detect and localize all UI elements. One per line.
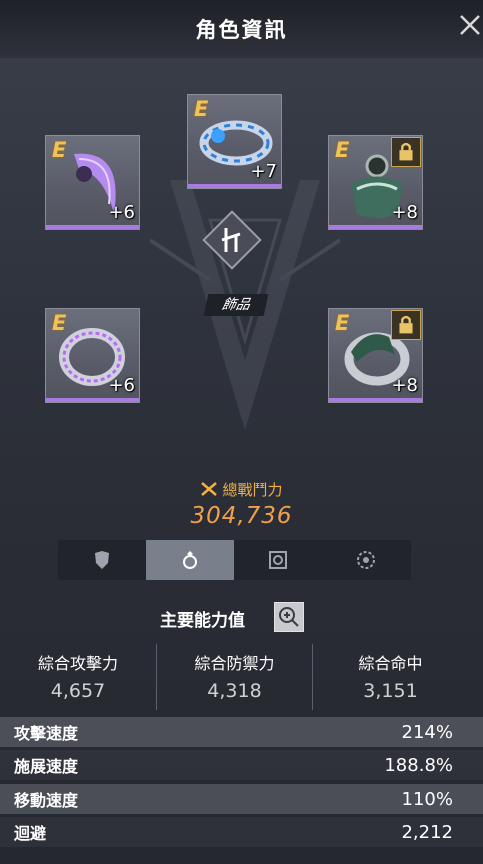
- tab-armor[interactable]: [58, 540, 146, 580]
- tab-gear[interactable]: [322, 540, 410, 580]
- stat-attack: 綜合攻擊力 4,657: [0, 644, 156, 710]
- stat-row-value: 188.8%: [384, 754, 453, 776]
- equipment-slot-4[interactable]: E +6: [45, 308, 140, 403]
- accessory-category-icon: [202, 210, 262, 270]
- stat-defense: 綜合防禦力 4,318: [156, 644, 312, 710]
- page-title: 角色資訊: [195, 18, 288, 42]
- stat-row-value: 2,212: [401, 821, 453, 843]
- grade-badge: E: [194, 97, 209, 121]
- equipment-slot-5[interactable]: E +8: [328, 308, 423, 403]
- stat-row-label: 攻擊速度: [14, 724, 79, 743]
- crossed-swords-icon: [201, 482, 218, 496]
- grade-bar: [188, 184, 281, 188]
- main-stats-title: 主要能力值: [160, 611, 245, 631]
- equipment-slot-2[interactable]: E +7: [187, 94, 282, 189]
- grade-bar: [46, 225, 139, 229]
- combat-power-label: 總戰鬥力: [0, 479, 483, 500]
- stat-label: 綜合防禦力: [194, 654, 275, 673]
- stat-value: 4,657: [50, 680, 106, 702]
- grade-badge: E: [335, 311, 350, 335]
- stat-label: 綜合命中: [358, 654, 423, 673]
- enhance-level: +8: [391, 202, 418, 223]
- grade-badge: E: [52, 311, 67, 335]
- grade-bar: [329, 398, 422, 402]
- equipment-tabs: [58, 540, 411, 580]
- main-stats: 綜合攻擊力 4,657 綜合防禦力 4,318 綜合命中 3,151: [0, 644, 483, 710]
- stat-value: 3,151: [363, 680, 418, 702]
- tab-gem[interactable]: [234, 540, 322, 580]
- magnifier-plus-icon: [279, 607, 299, 627]
- enhance-level: +6: [108, 375, 135, 396]
- header-bar: 角色資訊: [0, 0, 483, 58]
- grade-bar: [329, 225, 422, 229]
- equipment-slot-1[interactable]: E +6: [45, 135, 140, 230]
- stat-row-cast-speed: 施展速度 188.8%: [0, 750, 483, 780]
- tab-accessory[interactable]: [146, 540, 234, 580]
- stat-value: 4,318: [207, 680, 262, 702]
- stat-row-label: 迴避: [14, 824, 47, 843]
- armor-icon: [95, 551, 109, 569]
- grade-badge: E: [335, 138, 350, 162]
- stat-label: 綜合攻擊力: [37, 654, 118, 673]
- gear-icon: [357, 551, 375, 569]
- equipment-slot-3[interactable]: E +8: [328, 135, 423, 230]
- stat-row-attack-speed: 攻擊速度 214%: [0, 717, 483, 747]
- stat-row-move-speed: 移動速度 110%: [0, 784, 483, 814]
- stat-accuracy: 綜合命中 3,151: [312, 644, 468, 710]
- enhance-level: +8: [391, 375, 418, 396]
- stat-row-evasion: 迴避 2,212: [0, 817, 483, 847]
- combat-power-label-text: 總戰鬥力: [222, 481, 283, 499]
- stat-row-value: 214%: [401, 721, 453, 743]
- close-icon[interactable]: [453, 10, 483, 50]
- lock-icon[interactable]: [391, 310, 421, 340]
- ring-icon: [183, 551, 197, 569]
- gem-icon: [269, 551, 287, 569]
- stat-row-label: 移動速度: [14, 791, 79, 810]
- category-label: 飾品: [203, 294, 269, 316]
- enhance-level: +6: [108, 202, 135, 223]
- enhance-level: +7: [250, 161, 277, 182]
- lock-icon[interactable]: [391, 137, 421, 167]
- stat-row-label: 施展速度: [14, 757, 79, 776]
- zoom-button[interactable]: [274, 602, 304, 632]
- stat-row-value: 110%: [401, 788, 453, 810]
- combat-power-value: 304,736: [190, 503, 293, 529]
- grade-badge: E: [52, 138, 67, 162]
- grade-bar: [46, 398, 139, 402]
